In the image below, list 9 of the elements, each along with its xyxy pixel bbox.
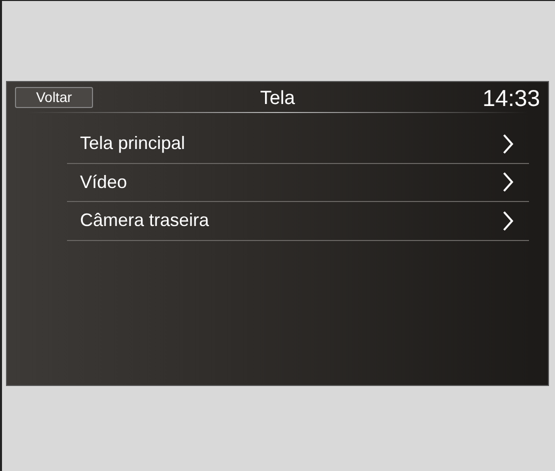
screen-title: Tela <box>260 87 295 111</box>
chevron-right-icon <box>502 210 514 231</box>
clock: 14:33 <box>482 84 540 110</box>
menu-item[interactable]: Vídeo <box>67 164 529 202</box>
chevron-right-icon <box>502 134 514 154</box>
menu-item[interactable]: Tela principal <box>67 125 529 164</box>
chevron-right-icon <box>502 172 514 192</box>
back-button[interactable]: Voltar <box>15 86 93 108</box>
menu-item[interactable]: Câmera traseira <box>67 202 529 240</box>
